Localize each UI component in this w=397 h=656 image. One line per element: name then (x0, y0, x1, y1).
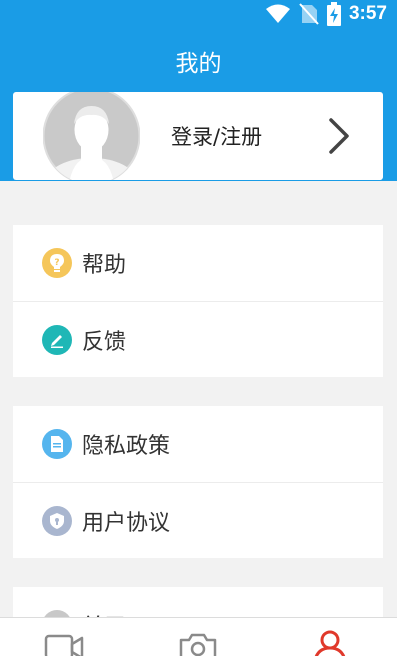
video-icon[interactable] (44, 630, 84, 656)
menu-item-help[interactable]: ? 帮助 (13, 225, 383, 301)
status-time: 3:57 (348, 3, 387, 24)
login-register-label: 登录/注册 (171, 125, 263, 149)
shield-icon (42, 505, 72, 536)
login-register-card[interactable]: 登录/注册 (13, 92, 383, 180)
chevron-right-icon (329, 118, 349, 154)
menu-item-feedback-label: 反馈 (82, 329, 127, 355)
page-title: 我的 (175, 51, 222, 77)
default-avatar-icon (43, 92, 140, 180)
lightbulb-icon: ? (42, 248, 72, 278)
battery-charging-icon (326, 2, 341, 26)
bottom-nav (0, 617, 397, 656)
menu-item-privacy-policy[interactable]: 隐私政策 (13, 406, 383, 482)
menu-group-legal: 隐私政策 用户协议 (13, 406, 383, 558)
avatar (43, 92, 140, 180)
camera-icon[interactable] (178, 630, 218, 656)
edit-icon (42, 324, 72, 355)
menu-item-feedback[interactable]: 反馈 (13, 301, 383, 377)
no-sim-icon (299, 3, 319, 25)
document-icon (42, 429, 72, 459)
menu-item-user-agreement-label: 用户协议 (82, 510, 171, 536)
menu-group-support: ? 帮助 反馈 (13, 225, 383, 377)
svg-text:?: ? (54, 258, 59, 268)
wifi-icon (265, 4, 290, 23)
user-icon[interactable] (310, 630, 350, 656)
status-bar: 3:57 (0, 0, 397, 28)
menu-item-privacy-policy-label: 隐私政策 (82, 434, 171, 459)
menu-item-help-label: 帮助 (82, 253, 127, 278)
menu-item-user-agreement[interactable]: 用户协议 (13, 482, 383, 558)
